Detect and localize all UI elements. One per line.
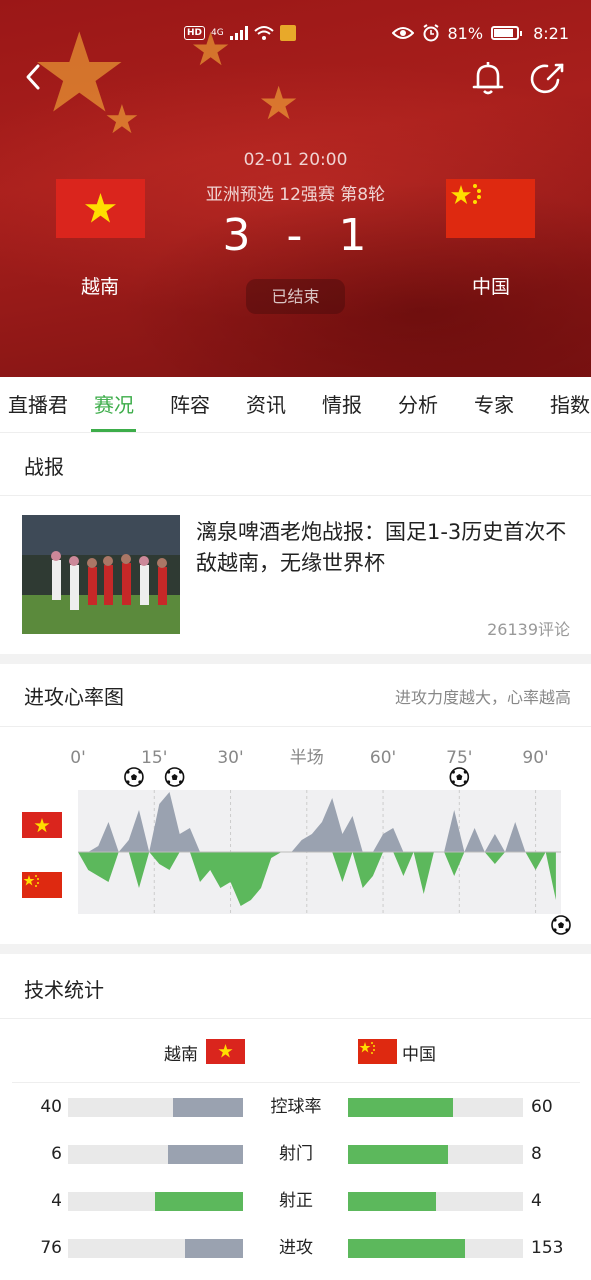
stat-row: 6 射门 8 bbox=[0, 1143, 591, 1171]
news-headline[interactable]: 漓泉啤酒老炮战报：国足1-3历史首次不敌越南，无缘世界杯 bbox=[196, 517, 576, 579]
chart-tick-label: 半场 bbox=[290, 748, 324, 768]
stat-label: 控球率 bbox=[270, 1097, 322, 1117]
china-flag-icon bbox=[358, 1039, 397, 1064]
back-arrow-icon[interactable] bbox=[22, 62, 50, 92]
stat-away-value: 8 bbox=[531, 1144, 542, 1164]
vietnam-flag-small-icon bbox=[22, 812, 62, 838]
chart-tick-label: 75' bbox=[446, 748, 472, 768]
wifi-icon bbox=[254, 26, 274, 40]
vietnam-flag-icon bbox=[206, 1039, 245, 1064]
match-datetime: 02-01 20:00 bbox=[243, 150, 348, 170]
stat-away-bar bbox=[348, 1239, 523, 1258]
home-team-name[interactable]: 越南 bbox=[40, 272, 160, 299]
stat-home-bar bbox=[68, 1098, 243, 1117]
bg-star-icon: ★ bbox=[104, 97, 140, 143]
china-flag-small-icon bbox=[22, 872, 62, 898]
heart-chart-hint: 进攻力度越大，心率越高 bbox=[394, 688, 571, 707]
stat-home-value: 4 bbox=[51, 1191, 62, 1211]
chart-tick-label: 15' bbox=[141, 748, 167, 768]
tab-live[interactable]: 直播君 bbox=[0, 377, 76, 432]
tab-news[interactable]: 资讯 bbox=[228, 377, 304, 432]
stat-home-bar bbox=[68, 1239, 243, 1258]
stat-away-bar bbox=[348, 1098, 523, 1117]
tab-lineup[interactable]: 阵容 bbox=[152, 377, 228, 432]
stat-home-value: 6 bbox=[51, 1144, 62, 1164]
comment-count[interactable]: 26139评论 bbox=[487, 616, 570, 640]
goal-ball-icon bbox=[449, 767, 470, 787]
clock: 8:21 bbox=[533, 23, 569, 43]
stat-home-bar bbox=[68, 1192, 243, 1211]
status-bar-right: 81% 8:21 bbox=[391, 20, 569, 46]
vietnam-flag-icon[interactable] bbox=[56, 179, 145, 238]
stat-away-value: 153 bbox=[531, 1238, 564, 1258]
news-thumbnail[interactable] bbox=[22, 515, 180, 634]
stats-away-label: 中国 bbox=[402, 1045, 436, 1065]
away-team-name[interactable]: 中国 bbox=[431, 272, 551, 299]
tab-odds[interactable]: 指数 bbox=[532, 377, 591, 432]
heart-chart-title: 进攻心率图 bbox=[24, 685, 124, 709]
stat-home-value: 40 bbox=[40, 1097, 62, 1117]
stats-home-label: 越南 bbox=[164, 1045, 198, 1065]
stat-away-bar bbox=[348, 1145, 523, 1164]
goal-ball-icon bbox=[164, 767, 185, 787]
china-flag-icon[interactable] bbox=[446, 179, 535, 238]
away-score: 1 bbox=[338, 210, 369, 261]
match-header: ★ ★ ★ ★ HD 4G 81% 8:21 02-01 20:00 亚洲预选 … bbox=[0, 0, 591, 377]
stat-away-value: 60 bbox=[531, 1097, 553, 1117]
goal-ball-icon bbox=[124, 767, 144, 787]
chart-tick-label: 0' bbox=[70, 748, 86, 768]
tab-experts[interactable]: 专家 bbox=[456, 377, 532, 432]
stat-label: 进攻 bbox=[279, 1238, 313, 1258]
alarm-icon bbox=[422, 24, 439, 42]
goal-ball-icon bbox=[551, 915, 571, 935]
stats-section-title: 技术统计 bbox=[24, 978, 104, 1002]
signal-icon bbox=[229, 26, 248, 40]
stat-row: 40 控球率 60 bbox=[0, 1096, 591, 1124]
stat-label: 射正 bbox=[279, 1191, 313, 1211]
stat-away-value: 4 bbox=[531, 1191, 542, 1211]
stat-row: 76 进攻 153 bbox=[0, 1237, 591, 1265]
chart-tick-label: 30' bbox=[217, 748, 243, 768]
network-label: 4G bbox=[211, 28, 224, 38]
hd-badge: HD bbox=[184, 26, 206, 40]
match-status-badge: 已结束 bbox=[246, 279, 345, 314]
tab-bar: 直播君 赛况 阵容 资讯 情报 分析 专家 指数 bbox=[0, 377, 591, 433]
chart-tick-label: 60' bbox=[370, 748, 396, 768]
stat-row: 4 射正 4 bbox=[0, 1190, 591, 1218]
stat-away-bar bbox=[348, 1192, 523, 1211]
tab-analysis[interactable]: 分析 bbox=[380, 377, 456, 432]
bg-star-icon: ★ bbox=[258, 76, 300, 130]
share-icon[interactable] bbox=[530, 60, 566, 96]
stat-label: 射门 bbox=[279, 1144, 313, 1164]
battery-percent: 81% bbox=[447, 23, 484, 43]
bell-icon[interactable] bbox=[470, 60, 506, 96]
battery-icon bbox=[491, 26, 523, 40]
heart-rate-chart: 0' 15' 30' 半场 60' 75' 90' bbox=[22, 748, 571, 935]
stat-home-value: 76 bbox=[40, 1238, 62, 1258]
chart-tick-label: 90' bbox=[522, 748, 548, 768]
home-score: 3 bbox=[222, 210, 253, 261]
tab-intel[interactable]: 情报 bbox=[304, 377, 380, 432]
score-separator: - bbox=[286, 210, 305, 261]
app-notification-icon bbox=[279, 25, 296, 41]
report-section-title: 战报 bbox=[24, 455, 64, 479]
eye-icon bbox=[391, 27, 414, 39]
stat-home-bar bbox=[68, 1145, 243, 1164]
tab-match-status[interactable]: 赛况 bbox=[76, 377, 152, 432]
status-bar-left: HD 4G bbox=[184, 20, 296, 46]
